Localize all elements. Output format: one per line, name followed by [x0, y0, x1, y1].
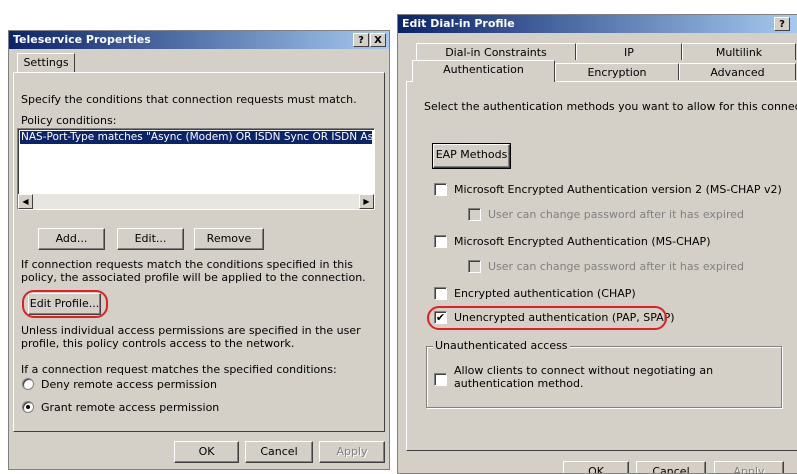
tab-dialin-constraints[interactable]: Dial-in Constraints [416, 43, 576, 60]
allow-unauth-label[interactable]: Allow clients to connect without negotia… [454, 364, 774, 390]
mschapv2-checkbox[interactable] [434, 183, 447, 196]
left-cancel-button[interactable]: Cancel [245, 441, 313, 463]
mschapv2-change-pw-checkbox[interactable] [468, 208, 481, 221]
auth-instruction: Select the authentication methods you wa… [424, 100, 797, 113]
add-button[interactable]: Add... [38, 228, 105, 250]
close-button[interactable]: X [370, 33, 386, 47]
chap-label[interactable]: Encrypted authentication (CHAP) [454, 287, 636, 300]
grant-radio[interactable] [22, 401, 34, 413]
eap-methods-button[interactable]: EAP Methods [433, 144, 510, 168]
edit-button[interactable]: Edit... [117, 228, 184, 250]
tab-ip-label: IP [624, 46, 634, 59]
pap-label[interactable]: Unencrypted authentication (PAP, SPAP) [454, 311, 675, 324]
help-button[interactable]: ? [353, 33, 369, 47]
right-dialog-titlebar[interactable]: Edit Dial-in Profile [398, 15, 797, 33]
tab-dialin-constraints-label: Dial-in Constraints [445, 46, 547, 59]
mschapv2-change-pw-label[interactable]: User can change password after it has ex… [488, 208, 744, 221]
tab-settings-label: Settings [23, 56, 69, 69]
left-dialog-title: Teleservice Properties [13, 33, 151, 46]
tab-authentication[interactable]: Authentication [412, 60, 555, 82]
right-cancel-button[interactable]: Cancel [636, 461, 706, 473]
permission-info-text: Unless individual access permissions are… [21, 324, 361, 350]
scroll-right-icon[interactable]: ▶ [359, 194, 374, 209]
deny-radio[interactable] [22, 378, 34, 390]
tab-multilink-label: Multilink [715, 46, 763, 59]
mschap-change-pw-label[interactable]: User can change password after it has ex… [488, 260, 744, 273]
left-apply-button[interactable]: Apply [319, 441, 385, 463]
unauthenticated-access-label: Unauthenticated access [433, 339, 570, 352]
tab-encryption[interactable]: Encryption [555, 63, 679, 80]
mschap-label[interactable]: Microsoft Encrypted Authentication (MS-C… [454, 235, 710, 248]
mschap-change-pw-checkbox[interactable] [468, 260, 481, 273]
conditions-instruction: Specify the conditions that connection r… [21, 93, 357, 106]
right-help-button[interactable]: ? [774, 17, 790, 31]
edit-profile-button[interactable]: Edit Profile... [28, 293, 101, 315]
right-ok-button[interactable]: OK [563, 461, 629, 473]
allow-unauth-checkbox[interactable] [434, 373, 447, 386]
mschap-checkbox[interactable] [434, 235, 447, 248]
tab-multilink[interactable]: Multilink [682, 43, 796, 60]
remove-button[interactable]: Remove [194, 228, 264, 250]
tab-advanced-label: Advanced [710, 66, 765, 79]
policy-conditions-label: Policy conditions: [21, 114, 117, 127]
tab-settings[interactable]: Settings [17, 53, 75, 73]
teleservice-properties-dialog: Teleservice Properties ? X Settings Spec… [8, 30, 390, 470]
pap-checkbox[interactable]: ✔ [434, 311, 447, 324]
edit-dialin-profile-dialog: Edit Dial-in Profile ? Dial-in Constrain… [397, 14, 797, 474]
grant-radio-dot [26, 405, 30, 409]
left-dialog-titlebar[interactable]: Teleservice Properties [9, 31, 389, 49]
left-ok-button[interactable]: OK [174, 441, 239, 463]
deny-label[interactable]: Deny remote access permission [41, 378, 217, 391]
tab-advanced[interactable]: Advanced [679, 63, 796, 80]
chap-checkbox[interactable] [434, 287, 447, 300]
grant-label[interactable]: Grant remote access permission [41, 401, 219, 414]
mschapv2-label[interactable]: Microsoft Encrypted Authentication versi… [454, 183, 782, 196]
horizontal-scrollbar[interactable]: ◀ ▶ [18, 194, 374, 209]
right-apply-button[interactable]: Apply [714, 461, 784, 473]
right-dialog-title: Edit Dial-in Profile [402, 17, 515, 30]
tab-ip[interactable]: IP [576, 43, 682, 60]
policy-conditions-list[interactable]: NAS-Port-Type matches "Async (Modem) OR … [17, 128, 375, 210]
profile-info-text: If connection requests match the conditi… [21, 258, 366, 284]
policy-condition-item[interactable]: NAS-Port-Type matches "Async (Modem) OR … [20, 131, 372, 144]
scroll-left-icon[interactable]: ◀ [18, 194, 33, 209]
tab-authentication-label: Authentication [443, 63, 524, 76]
match-info-text: If a connection request matches the spec… [21, 363, 337, 376]
tab-encryption-label: Encryption [587, 66, 647, 79]
